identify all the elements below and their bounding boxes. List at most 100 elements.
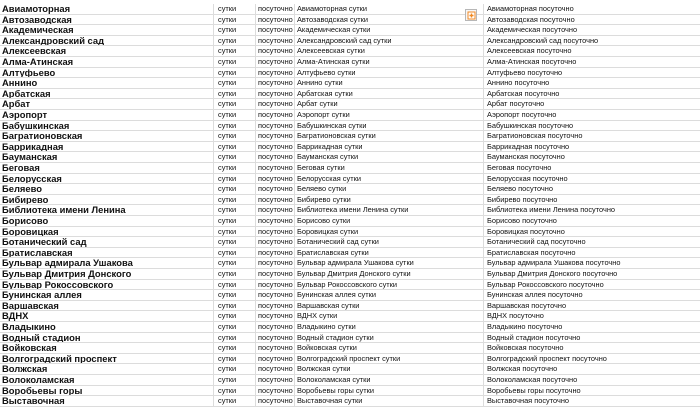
station-name-cell[interactable]: Варшавская <box>0 300 214 311</box>
posutochno-phrase-cell[interactable]: ВДНХ посуточно <box>484 311 700 321</box>
posutochno-phrase-cell[interactable]: Волжская посуточно <box>484 364 700 374</box>
station-name-cell[interactable]: Арбатская <box>0 88 214 99</box>
station-name-cell[interactable]: Аэропорт <box>0 110 214 120</box>
station-name-cell[interactable]: Волжская <box>0 364 214 374</box>
posutochno-cell[interactable]: посуточно <box>256 332 295 343</box>
posutochno-phrase-cell[interactable]: Белорусская посуточно <box>484 174 700 184</box>
station-name-cell[interactable]: Братиславская <box>0 247 214 258</box>
station-name-cell[interactable]: Бибирево <box>0 194 214 205</box>
sutki-cell[interactable]: сутки <box>214 300 256 311</box>
posutochno-cell[interactable]: посуточно <box>256 258 295 268</box>
sutki-phrase-cell[interactable]: Водный стадион сутки <box>295 332 484 343</box>
posutochno-cell[interactable]: посуточно <box>256 35 295 46</box>
posutochno-cell[interactable]: посуточно <box>256 141 295 152</box>
station-name-cell[interactable]: Библиотека имени Ленина <box>0 205 214 215</box>
sutki-cell[interactable]: сутки <box>214 247 256 258</box>
station-name-cell[interactable]: Баррикадная <box>0 141 214 152</box>
posutochno-phrase-cell[interactable]: Варшавская посуточно <box>484 301 700 311</box>
station-name-cell[interactable]: Бульвар адмирала Ушакова <box>0 258 214 268</box>
station-name-cell[interactable]: Воробьевы горы <box>0 385 214 396</box>
posutochno-cell[interactable]: посуточно <box>256 322 295 332</box>
sutki-phrase-cell[interactable]: Бульвар Дмитрия Донского сутки <box>295 269 484 279</box>
posutochno-phrase-cell[interactable]: Арбат посуточно <box>484 99 700 109</box>
posutochno-phrase-cell[interactable]: Аннино посуточно <box>484 78 700 88</box>
station-name-cell[interactable]: Алексеевская <box>0 46 214 56</box>
posutochno-cell[interactable]: посуточно <box>256 237 295 247</box>
sutki-phrase-cell[interactable]: Аннино сутки <box>295 78 484 88</box>
posutochno-phrase-cell[interactable]: Автозаводская посуточно <box>484 15 700 25</box>
posutochno-cell[interactable]: посуточно <box>256 385 295 396</box>
sutki-cell[interactable]: сутки <box>214 4 256 14</box>
sutki-phrase-cell[interactable]: Бунинская аллея сутки <box>295 290 484 300</box>
station-name-cell[interactable]: ВДНХ <box>0 311 214 321</box>
sutki-phrase-cell[interactable]: Алма-Атинская сутки <box>295 57 484 67</box>
sutki-cell[interactable]: сутки <box>214 385 256 396</box>
station-name-cell[interactable]: Борисово <box>0 216 214 226</box>
sutki-phrase-cell[interactable]: Алтуфьево сутки <box>295 67 484 78</box>
sutki-phrase-cell[interactable]: Варшавская сутки <box>295 300 484 311</box>
sutki-cell[interactable]: сутки <box>214 279 256 290</box>
posutochno-phrase-cell[interactable]: Воробьевы горы посуточно <box>484 386 700 396</box>
sutki-phrase-cell[interactable]: Бульвар адмирала Ушакова сутки <box>295 258 484 268</box>
sutki-phrase-cell[interactable]: Беговая сутки <box>295 163 484 173</box>
sutki-cell[interactable]: сутки <box>214 163 256 173</box>
station-name-cell[interactable]: Бауманская <box>0 152 214 162</box>
posutochno-cell[interactable]: посуточно <box>256 131 295 141</box>
sutki-phrase-cell[interactable]: Владыкино сутки <box>295 322 484 332</box>
sutki-phrase-cell[interactable]: Алексеевская сутки <box>295 46 484 56</box>
posutochno-phrase-cell[interactable]: Беговая посуточно <box>484 163 700 173</box>
posutochno-cell[interactable]: посуточно <box>256 46 295 56</box>
station-name-cell[interactable]: Алма-Атинская <box>0 57 214 67</box>
sutki-cell[interactable]: сутки <box>214 375 256 385</box>
sutki-cell[interactable]: сутки <box>214 173 256 184</box>
station-name-cell[interactable]: Выставочная <box>0 396 214 406</box>
sutki-cell[interactable]: сутки <box>214 343 256 353</box>
sutki-cell[interactable]: сутки <box>214 110 256 120</box>
sutki-cell[interactable]: сутки <box>214 311 256 321</box>
station-name-cell[interactable]: Багратионовская <box>0 131 214 141</box>
posutochno-cell[interactable]: посуточно <box>256 184 295 194</box>
posutochno-phrase-cell[interactable]: Бабушкинская посуточно <box>484 121 700 131</box>
posutochno-phrase-cell[interactable]: Баррикадная посуточно <box>484 142 700 152</box>
posutochno-cell[interactable]: посуточно <box>256 279 295 290</box>
posutochno-cell[interactable]: посуточно <box>256 67 295 78</box>
sutki-cell[interactable]: сутки <box>214 141 256 152</box>
sutki-cell[interactable]: сутки <box>214 25 256 35</box>
station-name-cell[interactable]: Волоколамская <box>0 375 214 385</box>
posutochno-phrase-cell[interactable]: Водный стадион посуточно <box>484 333 700 343</box>
sutki-phrase-cell[interactable]: Арбат сутки <box>295 99 484 109</box>
posutochno-phrase-cell[interactable]: Выставочная посуточно <box>484 396 700 406</box>
sutki-cell[interactable]: сутки <box>214 290 256 300</box>
sutki-cell[interactable]: сутки <box>214 237 256 247</box>
sutki-phrase-cell[interactable]: Библиотека имени Ленина сутки <box>295 205 484 215</box>
posutochno-cell[interactable]: посуточно <box>256 396 295 406</box>
posutochno-phrase-cell[interactable]: Беляево посуточно <box>484 184 700 194</box>
sutki-phrase-cell[interactable]: Авиамоторная сутки <box>295 4 484 14</box>
sutki-phrase-cell[interactable]: Александровский сад сутки <box>295 35 484 46</box>
posutochno-cell[interactable]: посуточно <box>256 216 295 226</box>
sutki-phrase-cell[interactable]: Бибирево сутки <box>295 194 484 205</box>
sutki-cell[interactable]: сутки <box>214 131 256 141</box>
posutochno-phrase-cell[interactable]: Алексеевская посуточно <box>484 46 700 56</box>
sutki-cell[interactable]: сутки <box>214 99 256 109</box>
posutochno-cell[interactable]: посуточно <box>256 78 295 88</box>
sutki-cell[interactable]: сутки <box>214 67 256 78</box>
posutochno-cell[interactable]: посуточно <box>256 364 295 374</box>
posutochno-cell[interactable]: посуточно <box>256 152 295 162</box>
station-name-cell[interactable]: Автозаводская <box>0 14 214 25</box>
posutochno-phrase-cell[interactable]: Волгоградский проспект посуточно <box>484 354 700 364</box>
posutochno-phrase-cell[interactable]: Алма-Атинская посуточно <box>484 57 700 67</box>
sutki-cell[interactable]: сутки <box>214 396 256 406</box>
sutki-phrase-cell[interactable]: Братиславская сутки <box>295 247 484 258</box>
sutki-cell[interactable]: сутки <box>214 88 256 99</box>
sutki-cell[interactable]: сутки <box>214 332 256 343</box>
station-name-cell[interactable]: Ботанический сад <box>0 237 214 247</box>
sutki-cell[interactable]: сутки <box>214 14 256 25</box>
station-name-cell[interactable]: Александровский сад <box>0 35 214 46</box>
station-name-cell[interactable]: Алтуфьево <box>0 67 214 78</box>
posutochno-cell[interactable]: посуточно <box>256 110 295 120</box>
sutki-phrase-cell[interactable]: Волжская сутки <box>295 364 484 374</box>
sutki-phrase-cell[interactable]: Боровицкая сутки <box>295 226 484 237</box>
station-name-cell[interactable]: Боровицкая <box>0 226 214 237</box>
posutochno-cell[interactable]: посуточно <box>256 247 295 258</box>
